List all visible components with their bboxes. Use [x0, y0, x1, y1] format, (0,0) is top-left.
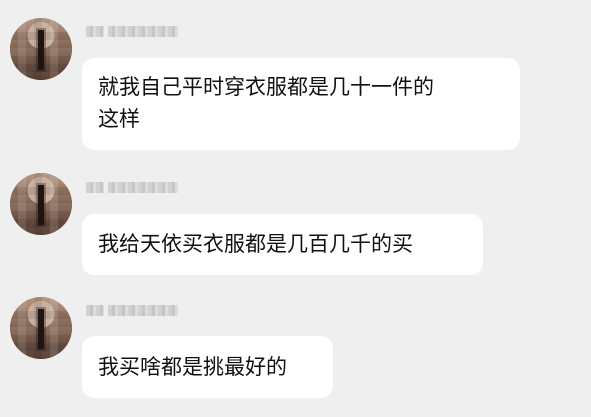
sender-name-blur: [108, 181, 178, 193]
sender-name: [86, 24, 206, 38]
avatar[interactable]: [10, 297, 72, 359]
sender-name: [86, 303, 206, 317]
sender-name: [86, 180, 206, 194]
avatar-figure: [38, 309, 44, 349]
sender-name-blur: [108, 304, 178, 316]
sender-name-blur: [86, 25, 104, 37]
message-bubble[interactable]: 我给天依买衣服都是几百几千的买: [82, 214, 483, 275]
message-bubble[interactable]: 我买啥都是挑最好的: [82, 336, 333, 398]
avatar[interactable]: [10, 173, 72, 235]
sender-name-blur: [86, 181, 104, 193]
avatar[interactable]: [10, 18, 72, 80]
sender-name-blur: [108, 25, 178, 37]
avatar-figure: [38, 30, 44, 70]
chat-thread: 就我自己平时穿衣服都是几十一件的 这样 我给天依买衣服都是几百几千的买 我买啥都…: [0, 0, 591, 417]
avatar-figure: [38, 185, 44, 225]
message-bubble[interactable]: 就我自己平时穿衣服都是几十一件的 这样: [82, 58, 520, 150]
sender-name-blur: [86, 304, 104, 316]
